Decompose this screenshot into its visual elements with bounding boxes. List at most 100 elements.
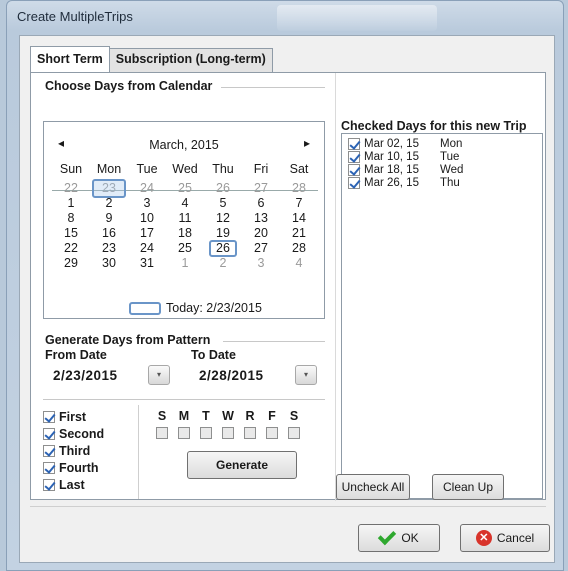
trip-weekday: Thu (440, 177, 460, 189)
checked-days-list[interactable]: Mar 02, 15 Mon Mar 10, 15 Tue Mar 18, 15… (341, 133, 543, 499)
calendar-day[interactable]: 31 (128, 256, 166, 271)
from-date-dropdown-icon[interactable]: ▾ (148, 365, 170, 385)
calendar-day[interactable]: 24 (128, 181, 166, 196)
calendar-month-label: March, 2015 (149, 138, 219, 152)
calendar-day[interactable]: 8 (52, 211, 90, 226)
clean-up-button[interactable]: Clean Up (432, 474, 504, 500)
calendar-day[interactable]: 4 (280, 256, 318, 271)
calendar-day[interactable]: 27 (242, 241, 280, 256)
weekday-cell (173, 427, 195, 439)
calendar-day[interactable]: 3 (128, 196, 166, 211)
occurrence-fourth-checkbox[interactable] (43, 461, 55, 474)
trip-date: Mar 02, 15 (364, 138, 419, 150)
trip-weekday: Tue (440, 151, 460, 163)
trip-day-checkbox[interactable] (348, 177, 360, 189)
uncheck-all-button[interactable]: Uncheck All (336, 474, 410, 500)
occurrence-first[interactable]: First (43, 409, 138, 424)
calendar-day[interactable]: 7 (280, 196, 318, 211)
calendar-day[interactable]: 22 (52, 181, 90, 196)
today-swatch (129, 301, 161, 315)
weekday-letter: S (157, 409, 167, 423)
calendar-day[interactable]: 13 (242, 211, 280, 226)
calendar-day[interactable]: 1 (52, 196, 90, 211)
weekday-tue-checkbox[interactable] (200, 427, 212, 439)
calendar-day[interactable]: 28 (280, 241, 318, 256)
calendar-day[interactable]: 26 (204, 181, 242, 196)
weekday-mon-checkbox[interactable] (178, 427, 190, 439)
trip-date: Mar 10, 15 (364, 151, 419, 163)
calendar-day[interactable]: 2 (204, 256, 242, 271)
trip-day-checkbox[interactable] (348, 164, 360, 176)
calendar-day-today[interactable]: 23 (90, 179, 128, 198)
calendar-day[interactable]: 5 (204, 196, 242, 211)
weekday-letter: W (222, 409, 234, 423)
calendar-day[interactable]: 11 (166, 211, 204, 226)
calendar-day[interactable]: 29 (52, 256, 90, 271)
calendar-day[interactable]: 4 (166, 196, 204, 211)
calendar-day[interactable]: 21 (280, 226, 318, 241)
calendar-day[interactable]: 19 (204, 226, 242, 241)
tab-short-term[interactable]: Short Term (30, 46, 110, 72)
to-date-label: To Date (191, 348, 236, 362)
to-date-picker[interactable]: 2/28/2015 (199, 363, 264, 387)
calendar-day[interactable]: 30 (90, 256, 128, 271)
calendar-group-title: Choose Days from Calendar (45, 79, 213, 93)
calendar-next-month-icon[interactable]: ▸ (304, 136, 310, 150)
weekday-wed-checkbox[interactable] (222, 427, 234, 439)
calendar-day[interactable]: 23 (90, 241, 128, 256)
trip-day-checkbox[interactable] (348, 138, 360, 150)
calendar-day[interactable]: 27 (242, 181, 280, 196)
cancel-button[interactable]: ✕ Cancel (460, 524, 550, 552)
calendar-day-selected[interactable]: 26 (204, 240, 242, 257)
calendar-day[interactable]: 22 (52, 241, 90, 256)
occurrence-last-checkbox[interactable] (43, 478, 55, 491)
calendar-day[interactable]: 12 (204, 211, 242, 226)
tab-subscription[interactable]: Subscription (Long-term) (108, 48, 273, 72)
title-glass-highlight (277, 5, 437, 31)
calendar-day[interactable]: 1 (166, 256, 204, 271)
occurrence-last[interactable]: Last (43, 477, 138, 492)
calendar-day[interactable]: 18 (166, 226, 204, 241)
weekday-header: Wed (172, 162, 198, 176)
calendar-day[interactable]: 28 (280, 181, 318, 196)
calendar-today-link[interactable]: Today: 2/23/2015 (129, 300, 262, 316)
weekday-fri-checkbox[interactable] (266, 427, 278, 439)
occurrence-third[interactable]: Third (43, 443, 138, 458)
weekday-thu-checkbox[interactable] (244, 427, 256, 439)
calendar-day[interactable]: 14 (280, 211, 318, 226)
calendar-day[interactable]: 6 (242, 196, 280, 211)
ok-button-label: OK (401, 531, 419, 545)
calendar-day[interactable]: 9 (90, 211, 128, 226)
occurrence-third-checkbox[interactable] (43, 444, 55, 457)
occurrence-label: Second (59, 426, 105, 441)
month-calendar[interactable]: ◂ March, 2015 ▸ Sun Mon Tue Wed Thu Fri … (43, 121, 325, 319)
calendar-day[interactable]: 3 (242, 256, 280, 271)
footer-divider (30, 506, 546, 507)
calendar-week-row: 15 16 17 18 19 20 21 (52, 226, 318, 241)
occurrence-fourth[interactable]: Fourth (43, 460, 138, 475)
calendar-day[interactable]: 20 (242, 226, 280, 241)
from-date-picker[interactable]: 2/23/2015 (53, 363, 118, 387)
weekday-sun-checkbox[interactable] (156, 427, 168, 439)
ok-button[interactable]: OK (358, 524, 440, 552)
calendar-day[interactable]: 17 (128, 226, 166, 241)
list-item[interactable]: Mar 26, 15 Thu (342, 177, 542, 189)
calendar-day[interactable]: 25 (166, 241, 204, 256)
calendar-day[interactable]: 16 (90, 226, 128, 241)
weekday-letter: S (289, 409, 299, 423)
calendar-day[interactable]: 15 (52, 226, 90, 241)
calendar-day[interactable]: 2 (90, 196, 128, 211)
to-date-dropdown-icon[interactable]: ▾ (295, 365, 317, 385)
generate-button[interactable]: Generate (187, 451, 297, 479)
weekday-sat-checkbox[interactable] (288, 427, 300, 439)
list-item[interactable]: Mar 18, 15 Wed (342, 164, 542, 176)
occurrence-first-checkbox[interactable] (43, 410, 55, 423)
calendar-day[interactable]: 24 (128, 241, 166, 256)
occurrence-second-checkbox[interactable] (43, 427, 55, 440)
calendar-day[interactable]: 10 (128, 211, 166, 226)
trip-day-checkbox[interactable] (348, 151, 360, 163)
list-item[interactable]: Mar 02, 15 Mon (342, 138, 542, 150)
occurrence-second[interactable]: Second (43, 426, 138, 441)
calendar-day[interactable]: 25 (166, 181, 204, 196)
list-item[interactable]: Mar 10, 15 Tue (342, 151, 542, 163)
